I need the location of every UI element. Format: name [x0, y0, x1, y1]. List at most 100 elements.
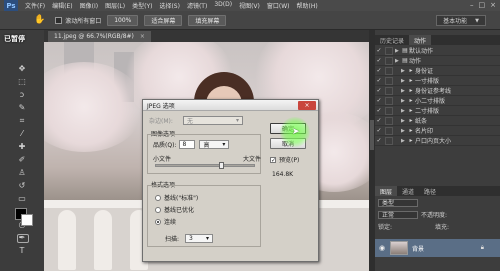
radio-button[interactable] — [155, 206, 161, 213]
layer-row[interactable]: ◉ 背景 🔒︎ — [375, 239, 500, 257]
quality-input[interactable]: 8 — [179, 140, 196, 149]
menu-item[interactable]: 编辑(E) — [52, 1, 72, 10]
action-item[interactable]: ✓ ▶ ▸ 名片印 — [375, 126, 500, 136]
close-button[interactable]: × — [490, 1, 496, 9]
crop-tool-icon[interactable]: ⌗ — [15, 116, 29, 126]
fit-screen-button[interactable]: 适合屏幕 — [144, 14, 183, 26]
action-icon: ▸ — [409, 137, 413, 144]
dialog-toggle[interactable] — [385, 86, 393, 95]
workspace-select[interactable]: 基本功能 ▼ — [436, 15, 486, 26]
menu-item[interactable]: 滤镜(T) — [187, 1, 207, 10]
matte-row: 杂边(M): 无 ▾ — [149, 116, 243, 125]
check-icon[interactable]: ✓ — [375, 127, 383, 134]
type-tool-icon[interactable]: T — [15, 246, 29, 256]
scroll-thumb[interactable] — [370, 120, 374, 150]
menu-item[interactable]: 类型(Y) — [132, 1, 152, 10]
quality-slider-track[interactable] — [155, 164, 255, 167]
check-icon[interactable]: ✓ — [375, 57, 383, 64]
preview-checkbox[interactable]: ✓ — [270, 156, 276, 163]
action-item[interactable]: ✓ ▶ ▸ 身份证 — [375, 66, 500, 76]
clone-stamp-tool-icon[interactable]: ♙ — [15, 168, 29, 178]
dialog-toggle[interactable] — [385, 136, 393, 145]
eraser-tool-icon[interactable]: ▭ — [15, 194, 29, 204]
check-icon[interactable]: ✓ — [375, 97, 383, 104]
eye-icon[interactable]: ◉ — [377, 244, 387, 252]
move-tool-icon[interactable]: ✥ — [15, 64, 29, 74]
menu-item[interactable]: 视图(V) — [239, 1, 260, 10]
dialog-toggle[interactable] — [385, 76, 393, 85]
action-item[interactable]: ✓ ▶ ▸ 一寸排版 — [375, 76, 500, 86]
radio-button[interactable] — [155, 194, 161, 201]
healing-brush-tool-icon[interactable]: ✚ — [15, 142, 29, 152]
dialog-toggle[interactable] — [385, 66, 393, 75]
opacity-label: 不透明度: — [421, 212, 448, 219]
scroll-all-label: 滚动所有窗口 — [65, 17, 102, 25]
document-tab[interactable]: 11.jpeg @ 66.7%(RGB/8#) × — [48, 31, 151, 42]
check-icon[interactable]: ✓ — [375, 47, 383, 54]
background-color-swatch[interactable] — [21, 214, 33, 226]
brush-tool-icon[interactable]: ✐ — [15, 155, 29, 165]
layer-kind-select[interactable]: 类型 — [378, 198, 418, 207]
format-option[interactable]: 基线已优化 — [155, 205, 194, 214]
dialog-toggle[interactable] — [385, 116, 393, 125]
quality-range-labels: 小文件 大文件 — [153, 154, 261, 163]
menu-item[interactable]: 帮助(H) — [297, 1, 318, 10]
menu-item[interactable]: 3D(D) — [214, 1, 232, 10]
quick-mask-icon[interactable] — [17, 234, 29, 243]
menu-item[interactable]: 图层(L) — [105, 1, 125, 10]
menu-item[interactable]: 选择(S) — [159, 1, 180, 10]
close-icon[interactable]: × — [140, 33, 145, 40]
action-item[interactable]: ✓ ▶ ▤ 动作 — [375, 56, 500, 66]
lasso-tool-icon[interactable]: ↄ — [15, 90, 29, 100]
action-item[interactable]: ✓ ▶ ▤ 默认动作 — [375, 46, 500, 56]
tab-channels[interactable]: 通道 — [397, 186, 419, 196]
actions-list: ✓ ▶ ▤ 默认动作 ✓ ▶ ▤ 动作 ✓ ▶ ▸ 身份证 ✓ ▶ ▸ 一寸排版 ✓ ▶ ▸ 身份证参考线 ✓ ▶ ▸ 小二寸… — [375, 46, 500, 146]
action-label: 二寸排版 — [415, 108, 440, 115]
format-option[interactable]: 基线("标准") — [155, 193, 198, 202]
dialog-toggle[interactable] — [385, 56, 393, 65]
layer-kind-label: 类型 — [382, 200, 395, 207]
quality-preset-select[interactable]: 高 ▾ — [199, 140, 230, 149]
dialog-toggle[interactable] — [385, 96, 393, 105]
action-item[interactable]: ✓ ▶ ▸ 身份证参考线 — [375, 86, 500, 96]
check-icon[interactable]: ✓ — [375, 117, 383, 124]
fill-screen-button[interactable]: 填充屏幕 — [188, 14, 227, 26]
action-icon: ▸ — [409, 107, 413, 114]
tab-history[interactable]: 历史记录 — [375, 35, 409, 45]
action-item[interactable]: ✓ ▶ ▸ 二寸排版 — [375, 106, 500, 116]
action-item[interactable]: ✓ ▶ ▸ 户口内页大小 — [375, 136, 500, 146]
menu-item[interactable]: 窗口(W) — [267, 1, 290, 10]
format-option[interactable]: 连续 — [155, 217, 176, 226]
tab-actions[interactable]: 动作 — [409, 35, 432, 45]
maximize-button[interactable]: □ — [479, 1, 486, 9]
dialog-close-button[interactable]: × — [298, 101, 316, 110]
menu-item[interactable]: 图像(I) — [80, 1, 98, 10]
check-icon[interactable]: ✓ — [375, 107, 383, 114]
minimize-button[interactable]: – — [470, 1, 474, 9]
action-label: 户口内页大小 — [415, 138, 452, 145]
dialog-toggle[interactable] — [385, 46, 393, 55]
tab-paths[interactable]: 路径 — [419, 186, 441, 196]
file-size: 164.8K — [272, 171, 294, 178]
hand-icon[interactable]: ✋ — [34, 15, 45, 25]
blend-mode-select[interactable]: 正常 — [378, 210, 418, 219]
check-icon[interactable]: ✓ — [375, 67, 383, 74]
check-icon[interactable]: ✓ — [375, 137, 383, 144]
dialog-toggle[interactable] — [385, 126, 393, 135]
menu-item[interactable]: 文件(F) — [25, 1, 45, 10]
action-item[interactable]: ✓ ▶ ▸ 小二寸排版 — [375, 96, 500, 106]
radio-button[interactable] — [155, 218, 161, 225]
quick-select-tool-icon[interactable]: ✎ — [15, 103, 29, 113]
zoom-100-button[interactable]: 100% — [107, 14, 139, 26]
marquee-tool-icon[interactable]: ⬚ — [15, 77, 29, 87]
eyedropper-tool-icon[interactable]: ⁄ — [15, 129, 29, 139]
scroll-all-checkbox[interactable] — [55, 16, 63, 24]
tab-layers[interactable]: 图层 — [375, 186, 398, 196]
scans-select[interactable]: 3 ▾ — [185, 234, 214, 243]
check-icon[interactable]: ✓ — [375, 77, 383, 84]
action-item[interactable]: ✓ ▶ ▸ 纸条 — [375, 116, 500, 126]
dialog-toggle[interactable] — [385, 106, 393, 115]
quality-slider-thumb[interactable] — [219, 162, 224, 169]
history-brush-tool-icon[interactable]: ↺ — [15, 181, 29, 191]
check-icon[interactable]: ✓ — [375, 87, 383, 94]
